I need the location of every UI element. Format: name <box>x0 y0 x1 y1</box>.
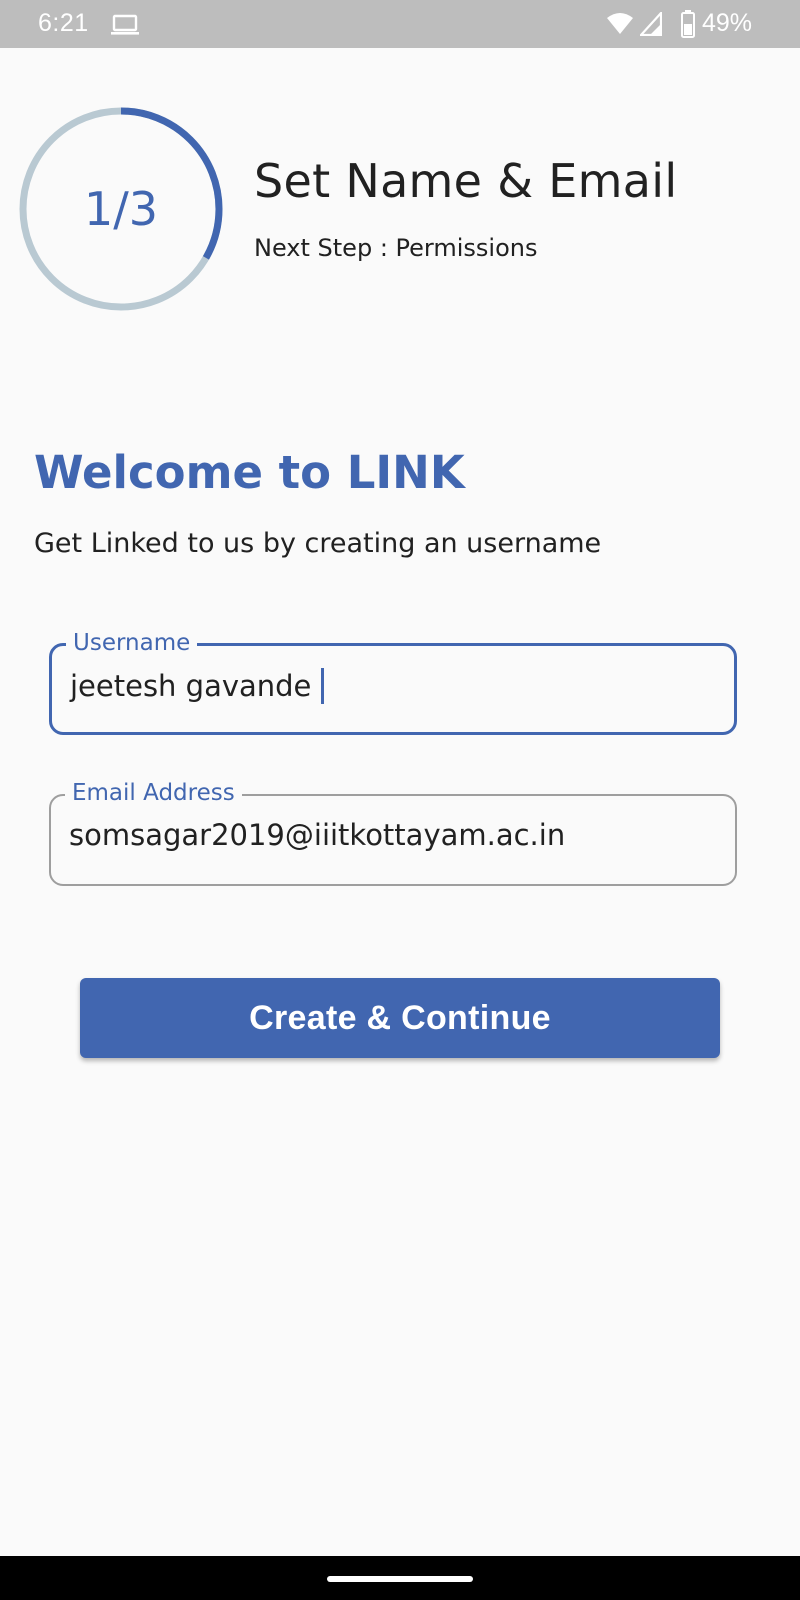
username-input[interactable]: jeetesh gavande <box>70 668 325 704</box>
battery-icon <box>681 10 695 38</box>
home-handle[interactable] <box>327 1576 473 1582</box>
create-continue-button[interactable]: Create & Continue <box>80 978 720 1058</box>
username-label: Username <box>66 627 198 659</box>
status-bar: 6:21 49% <box>0 0 800 48</box>
welcome-title: Welcome to LINK <box>34 446 465 499</box>
wifi-icon <box>607 13 633 34</box>
email-value: somsagar2019@iiitkottayam.ac.in <box>69 818 566 852</box>
step-title: Set Name & Email <box>254 154 678 208</box>
next-step-label: Next Step : Permissions <box>254 234 538 262</box>
username-value: jeetesh gavande <box>70 669 312 703</box>
progress-label: 1/3 <box>83 182 159 236</box>
status-time: 6:21 <box>38 9 89 37</box>
battery-percentage: 49% <box>702 9 753 37</box>
email-label: Email Address <box>65 777 242 809</box>
email-field[interactable]: Email Address somsagar2019@iiitkottayam.… <box>49 777 737 886</box>
laptop-icon <box>111 14 139 35</box>
signal-icon <box>640 12 662 36</box>
email-input[interactable]: somsagar2019@iiitkottayam.ac.in <box>69 818 565 852</box>
welcome-subtitle: Get Linked to us by creating an username <box>34 528 602 559</box>
text-cursor <box>321 668 325 704</box>
username-field[interactable]: Username jeetesh gavande <box>49 627 737 735</box>
navigation-bar <box>0 1556 800 1600</box>
